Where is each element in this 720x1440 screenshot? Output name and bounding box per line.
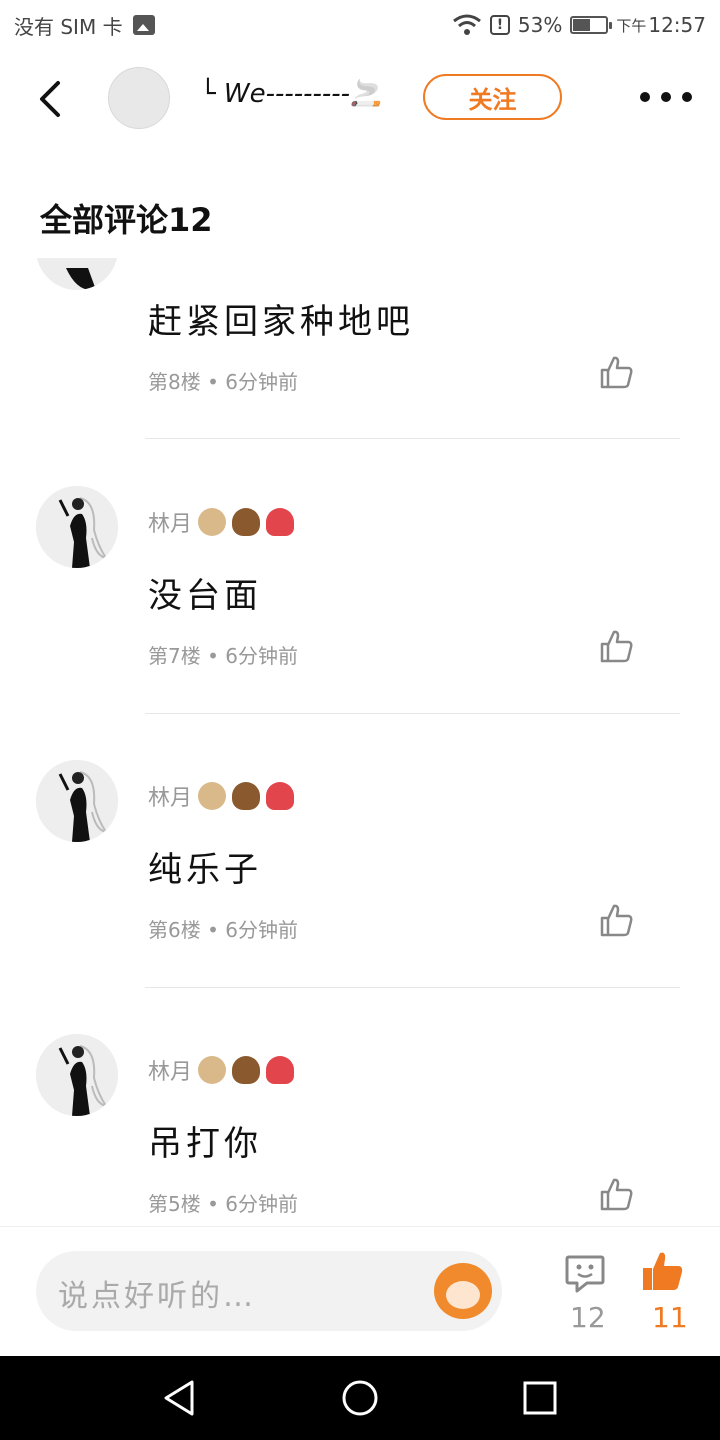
comment-count: 12 — [570, 1301, 606, 1334]
wifi-icon — [452, 14, 481, 35]
comment-text: 吊打你 — [148, 1124, 262, 1164]
comment-list[interactable]: 赶紧回家种地吧 第8楼 • 6分钟前 林月 没台面 第7楼 • 6分钟前 林月 — [0, 258, 720, 1226]
nav-recents-icon[interactable] — [520, 1378, 560, 1418]
rose-emoji-icon — [266, 1056, 295, 1084]
monkey-emoji-icon — [198, 1056, 227, 1084]
comment-meta: 第8楼 • 6分钟前 — [148, 370, 298, 394]
carrier-label: 没有 SIM 卡 — [14, 14, 123, 39]
back-arrow-icon[interactable] — [32, 79, 72, 119]
follow-button[interactable]: 关注 — [423, 74, 562, 120]
poop-emoji-icon — [232, 1056, 261, 1084]
all-comments-title: 全部评论12 — [40, 201, 213, 239]
more-options-icon[interactable] — [640, 85, 692, 109]
poop-emoji-icon — [232, 508, 261, 536]
rose-emoji-icon — [266, 508, 295, 536]
commenter-avatar[interactable] — [36, 486, 118, 568]
commenter-name-text: 林月 — [148, 786, 193, 811]
divider — [145, 713, 680, 714]
commenter-avatar[interactable] — [36, 258, 118, 290]
comment-input[interactable]: 说点好听的… — [36, 1251, 502, 1331]
commenter-avatar[interactable] — [36, 760, 118, 842]
comment-meta: 第5楼 • 6分钟前 — [148, 1192, 298, 1216]
comment-input-placeholder: 说点好听的… — [58, 1279, 256, 1314]
nav-home-icon[interactable] — [340, 1378, 380, 1418]
monkey-emoji-icon — [198, 508, 227, 536]
battery-icon — [570, 16, 613, 34]
poop-emoji-icon — [232, 782, 261, 810]
header: └ We---------🚬 关注 — [0, 55, 720, 140]
commenter-name[interactable]: 林月 — [148, 1054, 295, 1086]
thumbs-up-icon[interactable] — [598, 902, 634, 938]
emoji-mascot-icon[interactable] — [434, 1263, 492, 1319]
clock: 12:57 — [648, 13, 706, 37]
battery-percent: 53% — [517, 13, 563, 37]
comment-text: 没台面 — [148, 576, 262, 616]
thumbs-up-icon[interactable] — [598, 354, 634, 390]
image-notification-icon — [132, 15, 155, 35]
commenter-name-text: 林月 — [148, 512, 193, 537]
time-prefix: 下午 — [616, 16, 647, 35]
thumbs-up-filled-icon[interactable] — [640, 1249, 684, 1293]
status-bar: 没有 SIM 卡 ! 53% 下午 12:57 — [0, 0, 720, 50]
author-avatar[interactable] — [108, 67, 170, 129]
divider — [145, 987, 680, 988]
alert-icon: ! — [489, 15, 510, 35]
nav-back-icon[interactable] — [160, 1378, 200, 1418]
comment-text: 赶紧回家种地吧 — [148, 302, 414, 342]
comment-bubble-icon[interactable] — [563, 1251, 607, 1295]
comment-input-bar: 说点好听的… 12 11 — [0, 1226, 720, 1356]
author-username[interactable]: └ We---------🚬 — [200, 79, 382, 109]
system-nav-bar — [0, 1356, 720, 1440]
comment-meta: 第7楼 • 6分钟前 — [148, 644, 298, 668]
thumbs-up-icon[interactable] — [598, 628, 634, 664]
monkey-emoji-icon — [198, 782, 227, 810]
commenter-name-text: 林月 — [148, 1060, 193, 1085]
like-count: 11 — [652, 1301, 688, 1334]
comment-meta: 第6楼 • 6分钟前 — [148, 918, 298, 942]
thumbs-up-icon[interactable] — [598, 1176, 634, 1212]
commenter-name[interactable]: 林月 — [148, 506, 295, 538]
commenter-avatar[interactable] — [36, 1034, 118, 1116]
rose-emoji-icon — [266, 782, 295, 810]
commenter-name[interactable]: 林月 — [148, 780, 295, 812]
comment-text: 纯乐子 — [148, 850, 262, 890]
divider — [145, 438, 680, 439]
